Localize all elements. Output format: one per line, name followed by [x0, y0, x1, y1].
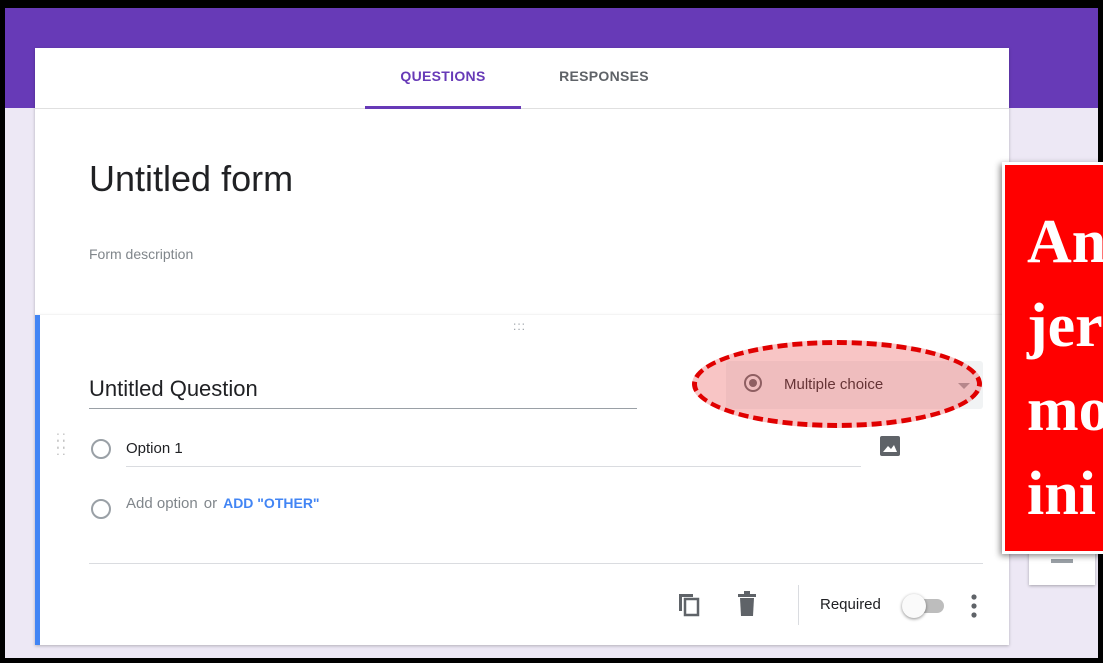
footer-separator: [798, 585, 799, 625]
annotation-line: jer: [1027, 292, 1103, 360]
annotation-line: ini: [1027, 460, 1096, 528]
duplicate-icon[interactable]: [676, 591, 702, 617]
question-type-label: Multiple choice: [784, 376, 884, 393]
question-title-input[interactable]: Untitled Question: [89, 370, 637, 409]
tab-responses[interactable]: RESPONSES: [549, 68, 659, 106]
radio-unchecked-icon: [91, 499, 111, 519]
tab-bar: QUESTIONS RESPONSES: [35, 48, 1009, 109]
radio-unchecked-icon: [91, 439, 111, 459]
add-option-link[interactable]: Add option: [126, 495, 198, 512]
tab-questions[interactable]: QUESTIONS: [365, 68, 521, 109]
add-image-icon[interactable]: [880, 436, 900, 456]
or-label: or: [203, 495, 218, 512]
annotation-banner: An jer mo ini: [1002, 162, 1103, 554]
add-section-icon[interactable]: [1051, 559, 1073, 563]
form-title[interactable]: Untitled form: [89, 158, 293, 200]
annotation-line: mo: [1027, 376, 1103, 444]
form-header-card: QUESTIONS RESPONSES Untitled form Form d…: [35, 48, 1009, 316]
form-description-field[interactable]: Form description: [89, 246, 193, 262]
app-frame: QUESTIONS RESPONSES Untitled form Form d…: [5, 8, 1098, 658]
option-1-input[interactable]: Option 1: [126, 432, 861, 467]
divider: [89, 563, 983, 564]
required-label: Required: [820, 596, 881, 613]
dropdown-arrow-icon: [958, 383, 970, 389]
radio-button-checked-icon: [744, 374, 762, 392]
question-card[interactable]: ::: Untitled Question Multiple choice ::…: [35, 315, 1009, 645]
more-vert-icon[interactable]: [971, 593, 977, 619]
question-type-dropdown[interactable]: Multiple choice: [726, 361, 983, 409]
option-drag-handle-icon[interactable]: ::::::: [56, 429, 68, 457]
delete-icon[interactable]: [736, 591, 758, 617]
add-option-row: Add option or ADD "OTHER": [126, 495, 320, 512]
annotation-line: An: [1027, 208, 1103, 276]
add-other-link[interactable]: ADD "OTHER": [223, 495, 320, 511]
required-toggle-knob[interactable]: [902, 594, 926, 618]
drag-handle-icon[interactable]: :::: [513, 320, 526, 332]
